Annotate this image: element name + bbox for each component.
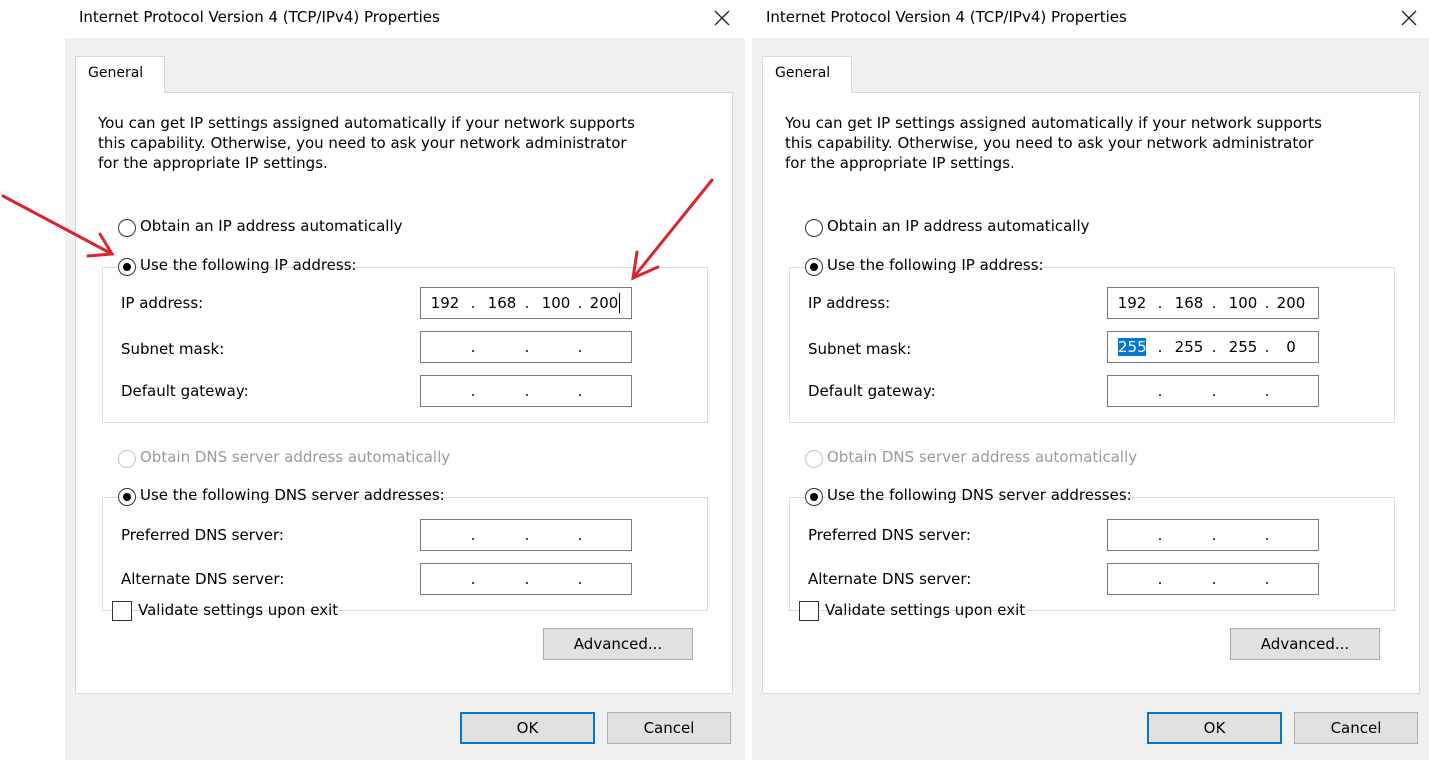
tcpip-properties-dialog-right: Internet Protocol Version 4 (TCP/IPv4) P…	[752, 0, 1429, 760]
validate-settings-checkbox[interactable]	[799, 601, 819, 621]
obtain-dns-automatically-label: Obtain DNS server address automatically	[827, 448, 1138, 466]
description-text: You can get IP settings assigned automat…	[785, 113, 1415, 173]
dialog-body: General You can get IP settings assigned…	[752, 38, 1429, 760]
preferred-dns-field[interactable]: . . .	[1107, 519, 1319, 551]
use-following-ip-radio[interactable]	[118, 258, 136, 276]
cancel-button[interactable]: Cancel	[607, 712, 731, 744]
default-gateway-field[interactable]: . . .	[420, 375, 632, 407]
description-line: You can get IP settings assigned automat…	[98, 114, 635, 132]
use-following-ip-option[interactable]: Use the following IP address:	[118, 255, 357, 277]
alternate-dns-field[interactable]: . . .	[1107, 563, 1319, 595]
preferred-dns-field[interactable]: . . .	[420, 519, 632, 551]
use-following-dns-label: Use the following DNS server addresses:	[140, 486, 445, 504]
subnet-mask-field[interactable]: 255 . 255 . 255 . 0	[1107, 331, 1319, 363]
preferred-dns-label: Preferred DNS server:	[121, 526, 284, 544]
ip-address-field[interactable]: 192 . 168 . 100 . 200	[1107, 287, 1319, 319]
preferred-dns-label: Preferred DNS server:	[808, 526, 971, 544]
tab-general[interactable]: General	[75, 56, 165, 93]
description-line: You can get IP settings assigned automat…	[785, 114, 1322, 132]
ip-address-octet: 200	[1276, 294, 1306, 312]
subnet-mask-octet-selected: 255	[1118, 338, 1147, 356]
obtain-dns-automatically-label: Obtain DNS server address automatically	[140, 448, 451, 466]
close-button[interactable]	[699, 0, 745, 36]
description-line: for the appropriate IP settings.	[98, 154, 328, 172]
title-bar: Internet Protocol Version 4 (TCP/IPv4) P…	[65, 0, 745, 38]
alternate-dns-label: Alternate DNS server:	[808, 570, 972, 588]
subnet-mask-label: Subnet mask:	[121, 340, 225, 358]
close-icon	[714, 10, 730, 26]
cancel-button[interactable]: Cancel	[1294, 712, 1418, 744]
validate-settings-label: Validate settings upon exit	[138, 601, 339, 619]
dialog-title: Internet Protocol Version 4 (TCP/IPv4) P…	[79, 8, 440, 26]
obtain-ip-automatically-radio[interactable]	[805, 219, 823, 237]
ip-address-label: IP address:	[121, 294, 204, 312]
close-icon	[1401, 10, 1417, 26]
alternate-dns-field[interactable]: . . .	[420, 563, 632, 595]
advanced-button[interactable]: Advanced...	[543, 628, 693, 660]
tcpip-properties-dialog-left: Internet Protocol Version 4 (TCP/IPv4) P…	[65, 0, 745, 760]
obtain-ip-automatically-label: Obtain an IP address automatically	[827, 217, 1090, 235]
use-following-ip-option[interactable]: Use the following IP address:	[805, 255, 1044, 277]
obtain-dns-automatically-radio	[805, 450, 823, 468]
subnet-mask-field[interactable]: . . .	[420, 331, 632, 363]
description-line: for the appropriate IP settings.	[785, 154, 1015, 172]
default-gateway-label: Default gateway:	[808, 382, 936, 400]
text-cursor	[619, 293, 620, 313]
use-following-ip-radio[interactable]	[805, 258, 823, 276]
title-bar: Internet Protocol Version 4 (TCP/IPv4) P…	[752, 0, 1429, 38]
use-following-dns-label: Use the following DNS server addresses:	[827, 486, 1132, 504]
validate-settings-checkbox[interactable]	[112, 601, 132, 621]
tab-general-label: General	[88, 65, 144, 81]
advanced-button[interactable]: Advanced...	[1230, 628, 1380, 660]
obtain-dns-automatically-radio	[118, 450, 136, 468]
description-line: this capability. Otherwise, you need to …	[98, 134, 627, 152]
ip-address-octet: 100	[541, 294, 571, 312]
ip-address-octet: 100	[1228, 294, 1258, 312]
alternate-dns-label: Alternate DNS server:	[121, 570, 285, 588]
subnet-mask-octet: 255	[1228, 338, 1258, 356]
obtain-ip-automatically-radio[interactable]	[118, 219, 136, 237]
tab-general[interactable]: General	[762, 56, 852, 93]
validate-settings-label: Validate settings upon exit	[825, 601, 1026, 619]
dialog-body: General You can get IP settings assigned…	[65, 38, 745, 760]
ip-address-octet: 168	[1174, 294, 1204, 312]
ok-button[interactable]: OK	[1147, 712, 1282, 744]
ip-address-octet: 192	[430, 294, 460, 312]
tab-general-label: General	[775, 65, 831, 81]
use-following-dns-radio[interactable]	[805, 488, 823, 506]
ok-button[interactable]: OK	[460, 712, 595, 744]
ip-address-octet: 192	[1117, 294, 1147, 312]
obtain-ip-automatically-label: Obtain an IP address automatically	[140, 217, 403, 235]
use-following-dns-option[interactable]: Use the following DNS server addresses:	[118, 485, 445, 507]
description-line: this capability. Otherwise, you need to …	[785, 134, 1314, 152]
use-following-ip-label: Use the following IP address:	[140, 256, 357, 274]
description-text: You can get IP settings assigned automat…	[98, 113, 728, 173]
subnet-mask-octet: 0	[1286, 338, 1296, 356]
close-button[interactable]	[1386, 0, 1429, 36]
default-gateway-label: Default gateway:	[121, 382, 249, 400]
use-following-dns-radio[interactable]	[118, 488, 136, 506]
use-following-ip-label: Use the following IP address:	[827, 256, 1044, 274]
use-following-dns-option[interactable]: Use the following DNS server addresses:	[805, 485, 1132, 507]
subnet-mask-label: Subnet mask:	[808, 340, 912, 358]
ip-address-label: IP address:	[808, 294, 891, 312]
ip-address-field[interactable]: 192 . 168 . 100 . 200	[420, 287, 632, 319]
ip-address-octet: 200	[589, 294, 619, 312]
subnet-mask-octet: 255	[1174, 338, 1204, 356]
ip-address-octet: 168	[487, 294, 517, 312]
dialog-title: Internet Protocol Version 4 (TCP/IPv4) P…	[766, 8, 1127, 26]
default-gateway-field[interactable]: . . .	[1107, 375, 1319, 407]
